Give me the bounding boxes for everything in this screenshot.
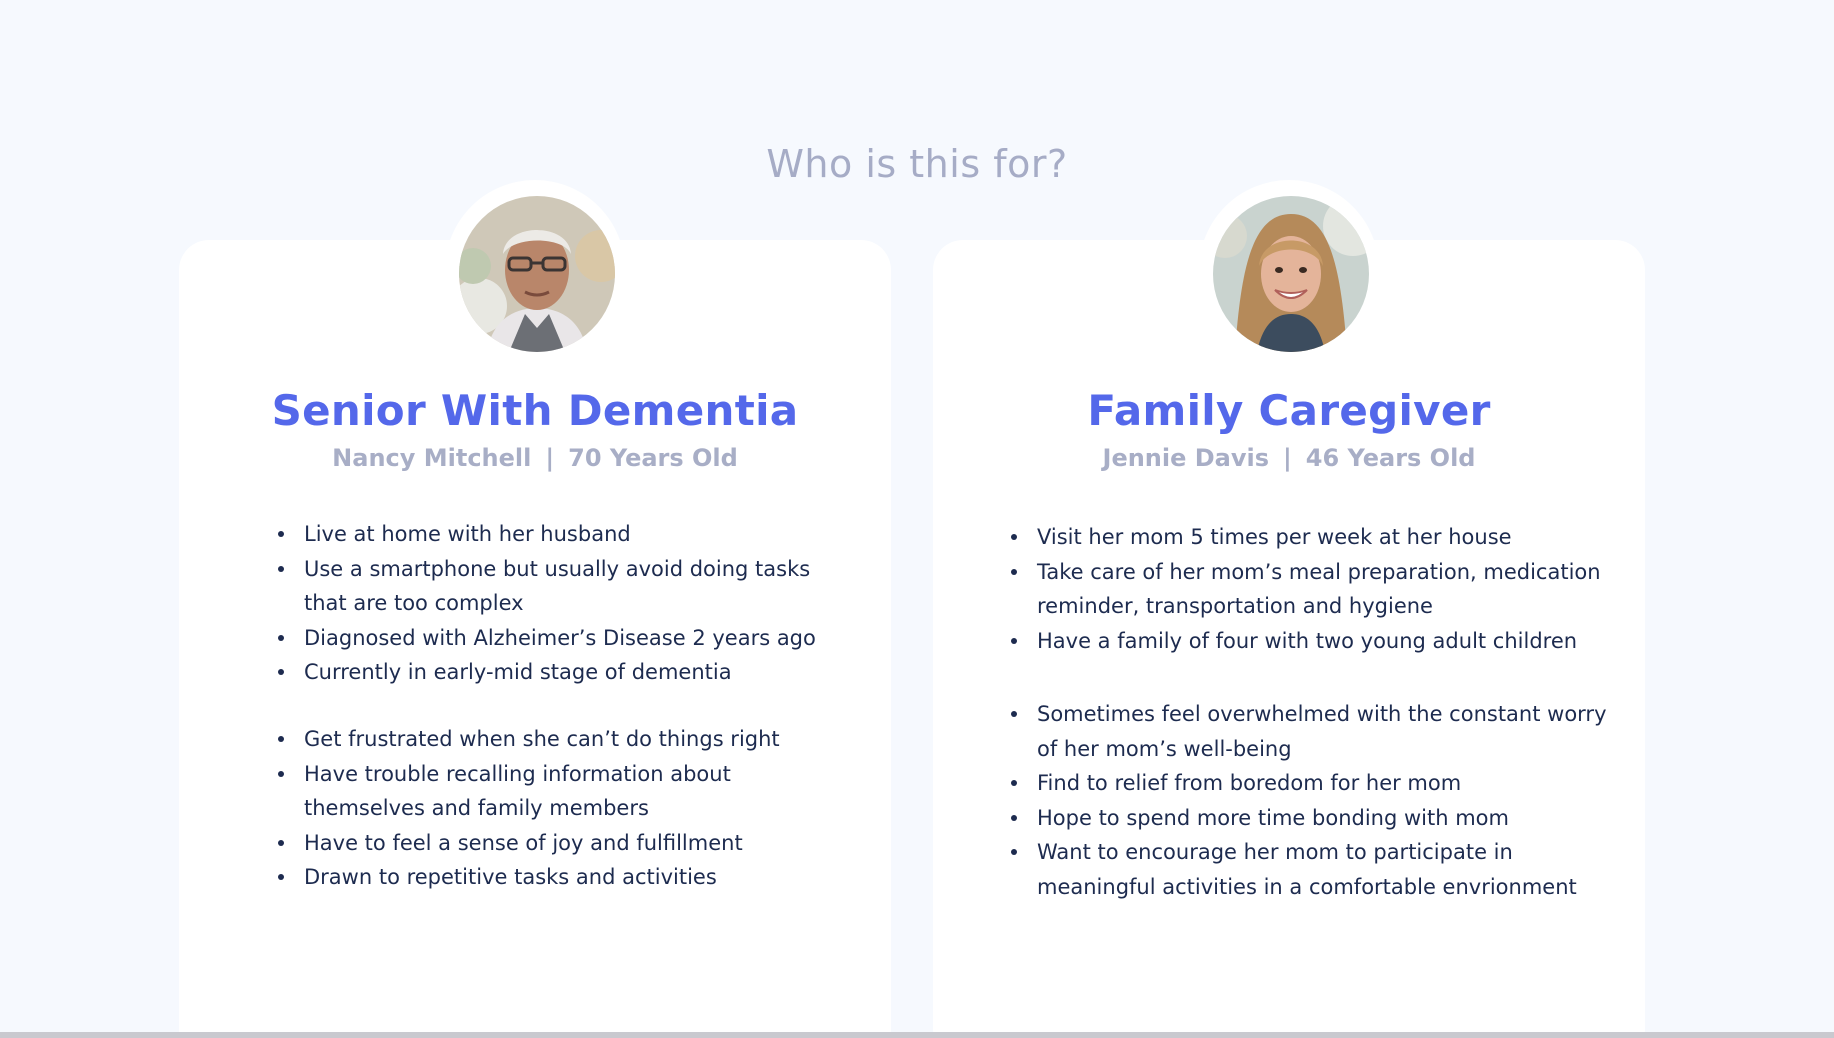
separator: | bbox=[545, 444, 555, 472]
persona-age: 46 Years Old bbox=[1305, 444, 1476, 472]
list-item: Use a smartphone but usually avoid doing… bbox=[278, 552, 844, 621]
list-item: Get frustrated when she can’t do things … bbox=[278, 722, 844, 757]
avatar-ring bbox=[445, 180, 625, 360]
list-item: Find to relief from boredom for her mom bbox=[1011, 766, 1617, 801]
separator: | bbox=[1283, 444, 1292, 472]
persona-title: Family Caregiver bbox=[1087, 386, 1491, 435]
persona-name: Nancy Mitchell bbox=[332, 444, 532, 472]
persona-title: Senior With Dementia bbox=[271, 386, 799, 435]
list-item: Visit her mom 5 times per week at her ho… bbox=[1011, 520, 1617, 555]
list-item: Hope to spend more time bonding with mom bbox=[1011, 801, 1617, 836]
persona-card-caregiver: Family Caregiver Jennie Davis | 46 Years O… bbox=[933, 180, 1645, 1038]
list-item: Sometimes feel overwhelmed with the cons… bbox=[1011, 697, 1617, 766]
persona-name: Jennie Davis bbox=[1102, 444, 1270, 472]
feelings-list: Sometimes feel overwhelmed with the cons… bbox=[1011, 697, 1617, 904]
persona-subtitle: Jennie Davis | 46 Years Old bbox=[933, 444, 1645, 472]
list-item: Have to feel a sense of joy and fulfillm… bbox=[278, 826, 844, 861]
persona-age: 70 Years Old bbox=[568, 444, 738, 472]
list-item: Have a family of four with two young adu… bbox=[1011, 624, 1617, 659]
avatar-senior bbox=[459, 196, 615, 352]
page: Who is this for? Senior With Dementia Na… bbox=[0, 0, 1834, 1038]
avatar-caregiver bbox=[1213, 196, 1369, 352]
facts-list: Live at home with her husband Use a smar… bbox=[278, 517, 844, 690]
list-item: Currently in early-mid stage of dementia bbox=[278, 655, 844, 690]
bottom-scroll-edge bbox=[0, 1032, 1834, 1038]
list-item: Live at home with her husband bbox=[278, 517, 844, 552]
list-item: Have trouble recalling information about… bbox=[278, 757, 844, 826]
list-item: Take care of her mom’s meal preparation,… bbox=[1011, 555, 1617, 624]
facts-list: Visit her mom 5 times per week at her ho… bbox=[1011, 520, 1617, 659]
section-title: Who is this for? bbox=[766, 142, 1068, 186]
feelings-list: Get frustrated when she can’t do things … bbox=[278, 722, 844, 895]
list-item: Drawn to repetitive tasks and activities bbox=[278, 860, 844, 895]
persona-subtitle: Nancy Mitchell | 70 Years Old bbox=[179, 444, 891, 472]
persona-card-senior: Senior With Dementia Nancy Mitchell | 70 Y… bbox=[179, 180, 891, 1038]
list-item: Diagnosed with Alzheimer’s Disease 2 yea… bbox=[278, 621, 844, 656]
avatar-ring bbox=[1199, 180, 1379, 360]
list-item: Want to encourage her mom to participate… bbox=[1011, 835, 1617, 904]
